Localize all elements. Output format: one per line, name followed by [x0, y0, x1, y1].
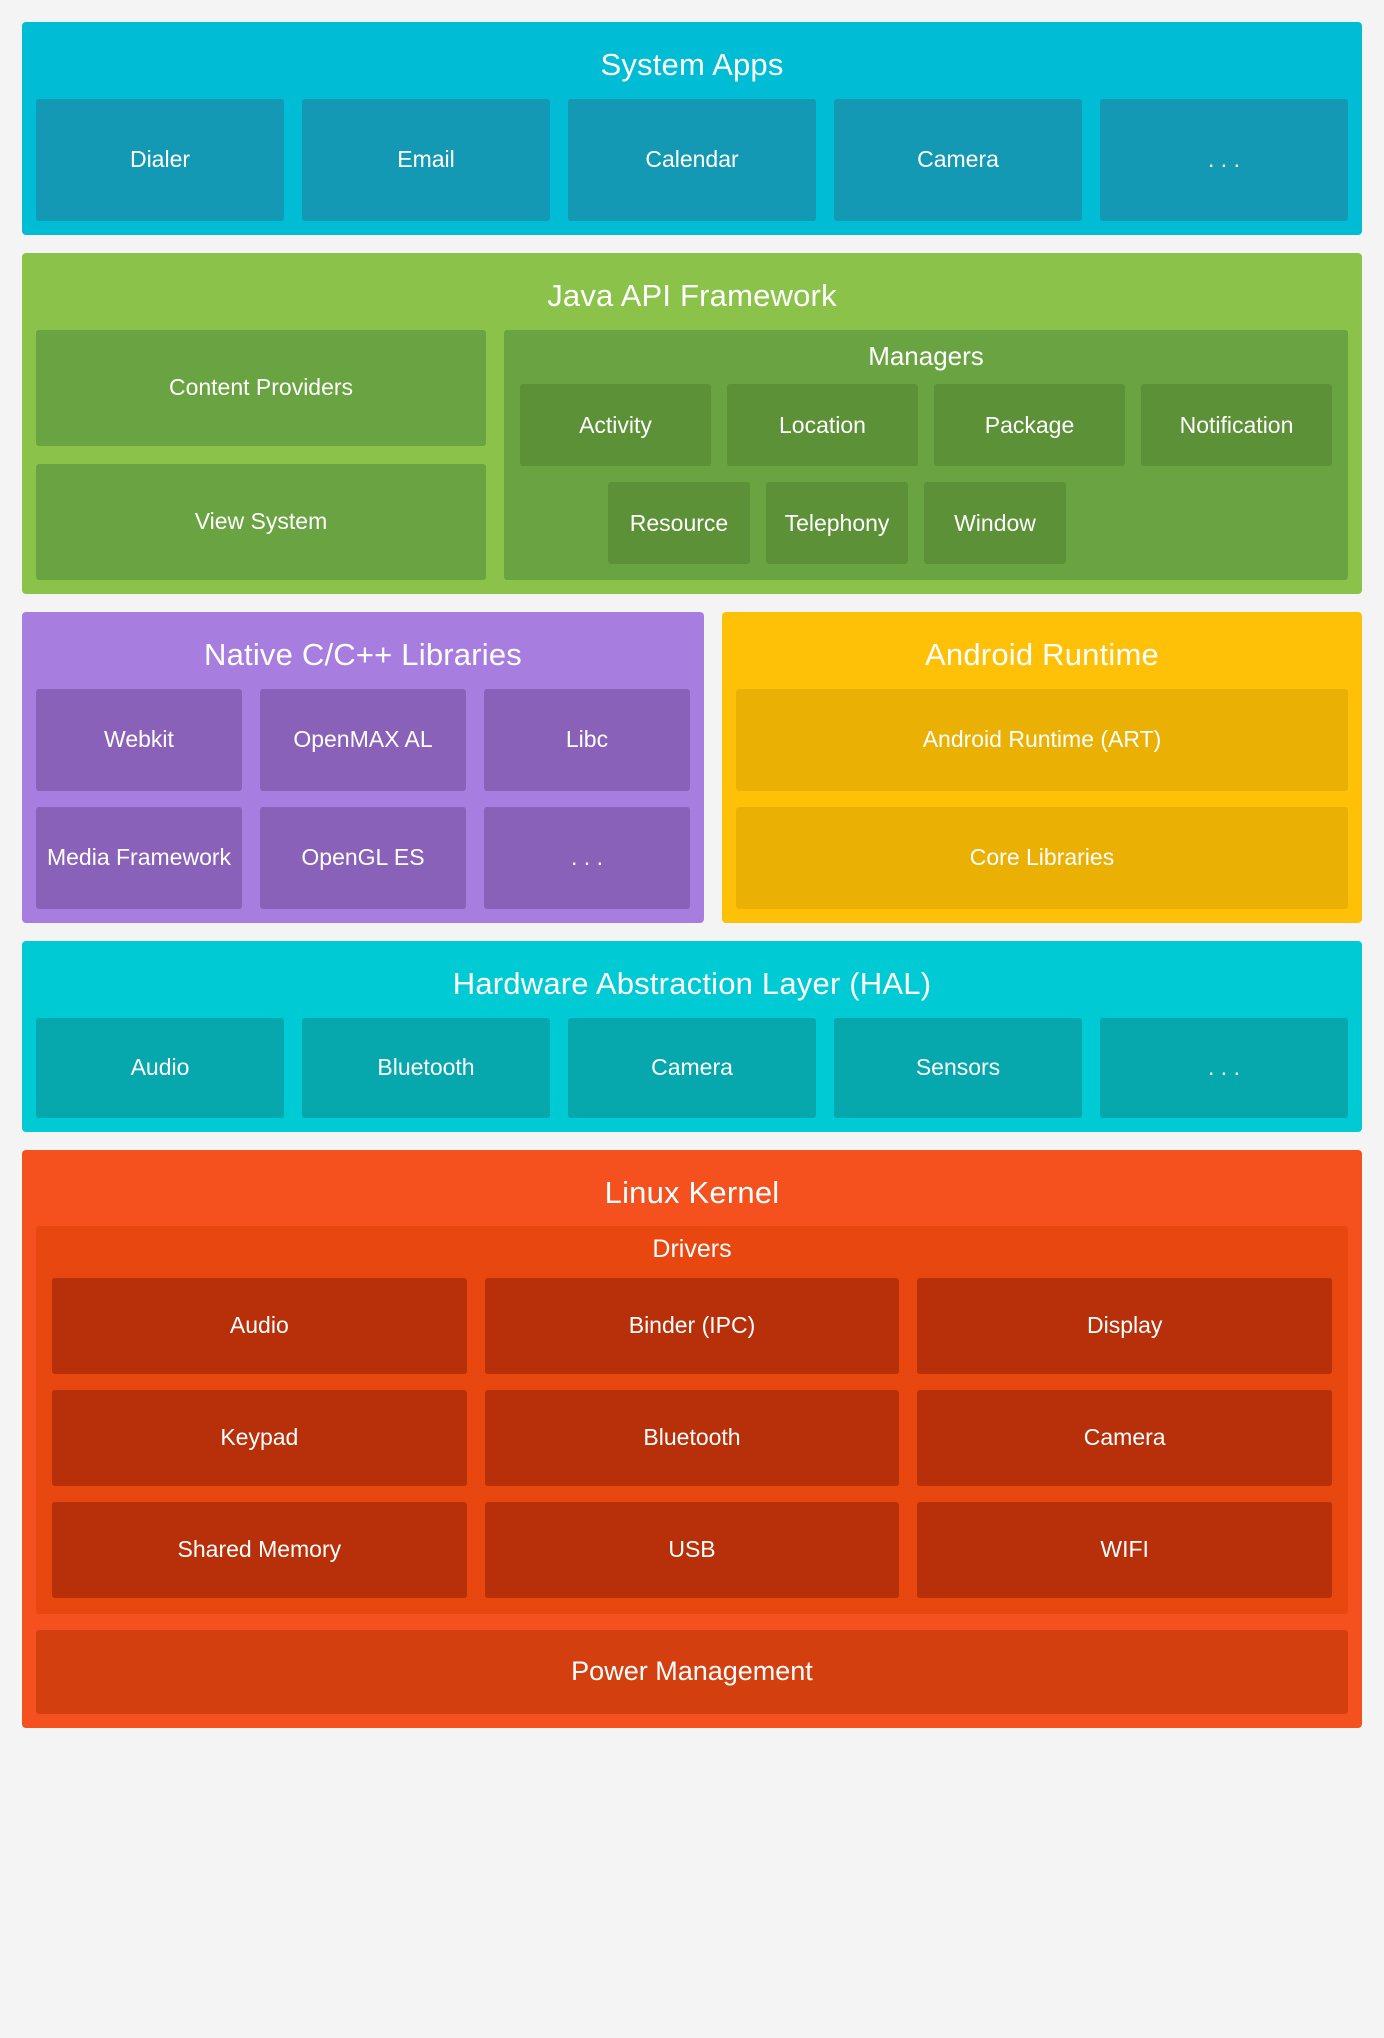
manager-tile-notification[interactable]: Notification — [1141, 384, 1332, 466]
android-runtime-title: Android Runtime — [925, 637, 1159, 672]
android-runtime-row-2: Core Libraries — [736, 806, 1348, 909]
layer-hal: Hardware Abstraction Layer (HAL) Audio B… — [22, 940, 1362, 1132]
managers-group: Managers Activity Location Package Notif… — [504, 329, 1348, 580]
driver-tile-usb[interactable]: USB — [484, 1501, 900, 1598]
middle-row: Native C/C++ Libraries Webkit OpenMAX AL… — [22, 612, 1362, 923]
driver-tile-shared-memory[interactable]: Shared Memory — [52, 1501, 467, 1598]
native-tile-media-framework[interactable]: Media Framework — [36, 806, 242, 909]
drivers-row-2: Keypad Bluetooth Camera — [52, 1389, 1333, 1486]
hal-tile-bluetooth[interactable]: Bluetooth — [302, 1017, 550, 1118]
layer-java-api-framework: Java API Framework Content Providers Vie… — [22, 252, 1362, 594]
framework-body: Content Providers View System Managers A… — [36, 329, 1348, 580]
layer-system-apps: System Apps Dialer Email Calendar Camera… — [22, 22, 1362, 235]
manager-tile-activity[interactable]: Activity — [520, 384, 711, 466]
framework-left-column: Content Providers View System — [36, 329, 486, 580]
manager-tile-package[interactable]: Package — [934, 384, 1125, 466]
system-app-tile-dialer[interactable]: Dialer — [36, 98, 284, 221]
java-api-framework-title: Java API Framework — [547, 277, 837, 313]
power-management-tile[interactable]: Power Management — [36, 1629, 1348, 1714]
native-tile-webkit[interactable]: Webkit — [36, 688, 242, 791]
linux-kernel-title: Linux Kernel — [604, 1174, 780, 1210]
native-tile-openmax-al[interactable]: OpenMAX AL — [260, 688, 466, 791]
native-tile-more[interactable]: . . . — [484, 806, 690, 909]
hal-title: Hardware Abstraction Layer (HAL) — [452, 965, 932, 1001]
driver-tile-binder-ipc[interactable]: Binder (IPC) — [484, 1277, 900, 1374]
managers-row-2: Resource Telephony Window — [520, 482, 1332, 564]
drivers-row-1: Audio Binder (IPC) Display — [52, 1277, 1333, 1374]
driver-tile-wifi[interactable]: WIFI — [917, 1501, 1333, 1598]
driver-tile-camera[interactable]: Camera — [917, 1389, 1333, 1486]
layer-linux-kernel: Linux Kernel Drivers Audio Binder (IPC) … — [22, 1149, 1362, 1728]
native-tile-libc[interactable]: Libc — [484, 688, 690, 791]
system-app-tile-camera[interactable]: Camera — [834, 98, 1082, 221]
system-apps-row: Dialer Email Calendar Camera . . . — [36, 98, 1348, 221]
driver-tile-bluetooth[interactable]: Bluetooth — [484, 1389, 900, 1486]
layer-android-runtime: Android Runtime Android Runtime (ART) Co… — [722, 612, 1362, 923]
system-apps-title: System Apps — [600, 47, 784, 82]
driver-tile-keypad[interactable]: Keypad — [52, 1389, 467, 1486]
driver-tile-display[interactable]: Display — [917, 1277, 1333, 1374]
android-architecture-diagram: System Apps Dialer Email Calendar Camera… — [0, 0, 1384, 2038]
system-app-tile-calendar[interactable]: Calendar — [568, 98, 816, 221]
native-libraries-row-1: Webkit OpenMAX AL Libc — [36, 688, 690, 791]
native-libraries-row-2: Media Framework OpenGL ES . . . — [36, 806, 690, 909]
android-runtime-row-1: Android Runtime (ART) — [736, 688, 1348, 791]
drivers-title: Drivers — [652, 1235, 732, 1264]
framework-tile-content-providers[interactable]: Content Providers — [36, 329, 486, 446]
managers-row-1: Activity Location Package Notification — [520, 384, 1332, 466]
runtime-tile-art[interactable]: Android Runtime (ART) — [736, 688, 1348, 791]
hal-tile-audio[interactable]: Audio — [36, 1017, 284, 1118]
drivers-group: Drivers Audio Binder (IPC) Display Keypa… — [36, 1226, 1348, 1614]
layer-native-libraries: Native C/C++ Libraries Webkit OpenMAX AL… — [22, 612, 704, 923]
hal-row: Audio Bluetooth Camera Sensors . . . — [36, 1017, 1348, 1118]
hal-tile-more[interactable]: . . . — [1100, 1017, 1348, 1118]
system-app-tile-more[interactable]: . . . — [1100, 98, 1348, 221]
hal-tile-sensors[interactable]: Sensors — [834, 1017, 1082, 1118]
drivers-row-3: Shared Memory USB WIFI — [52, 1501, 1333, 1598]
framework-tile-view-system[interactable]: View System — [36, 463, 486, 580]
driver-tile-audio[interactable]: Audio — [52, 1277, 467, 1374]
manager-tile-resource[interactable]: Resource — [608, 482, 750, 564]
system-app-tile-email[interactable]: Email — [302, 98, 550, 221]
manager-tile-telephony[interactable]: Telephony — [766, 482, 908, 564]
runtime-tile-core-libraries[interactable]: Core Libraries — [736, 806, 1348, 909]
native-libraries-title: Native C/C++ Libraries — [204, 637, 522, 672]
native-tile-opengl-es[interactable]: OpenGL ES — [260, 806, 466, 909]
manager-tile-window[interactable]: Window — [924, 482, 1066, 564]
managers-title: Managers — [868, 340, 984, 371]
hal-tile-camera[interactable]: Camera — [568, 1017, 816, 1118]
manager-tile-location[interactable]: Location — [727, 384, 918, 466]
